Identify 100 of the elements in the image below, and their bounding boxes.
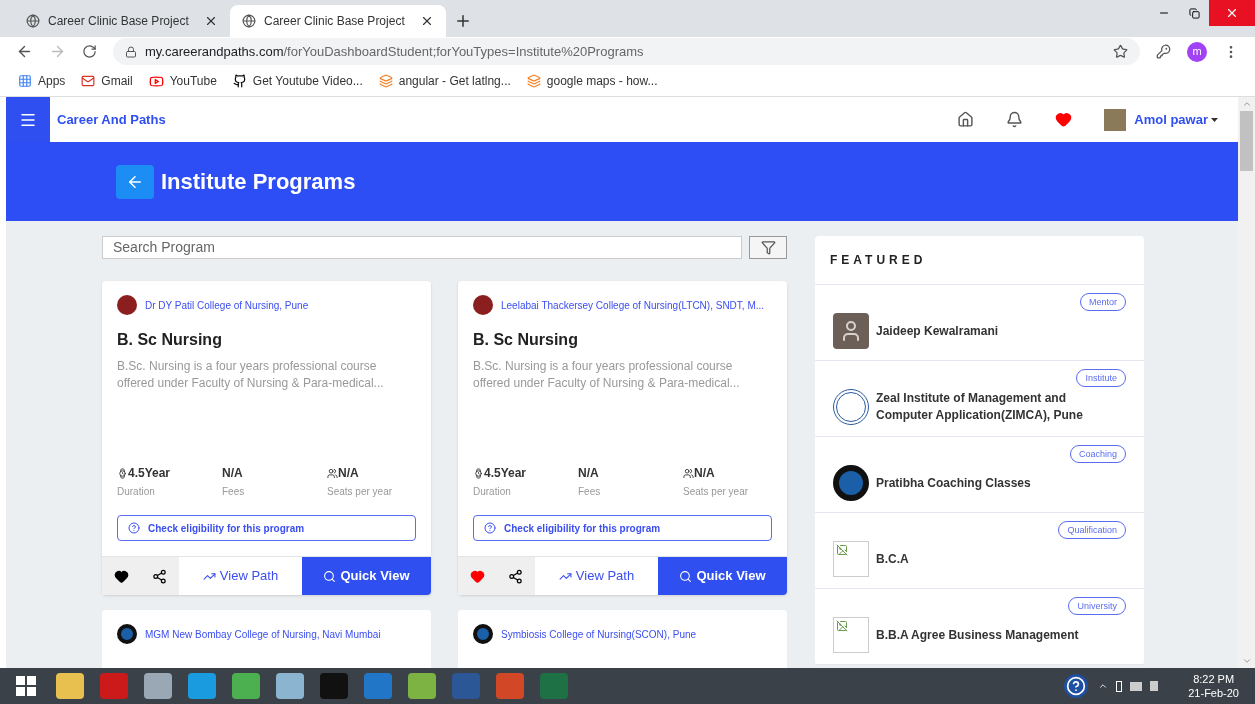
back-icon[interactable] bbox=[16, 43, 33, 60]
fees-label: Fees bbox=[578, 485, 602, 499]
duration-label: Duration bbox=[117, 485, 156, 499]
program-description: B.Sc. Nursing is a four years professional course offered under Faculty of Nursing & Para-medical... bbox=[117, 358, 385, 392]
fees-label: Fees bbox=[222, 485, 246, 499]
bell-icon[interactable] bbox=[1006, 111, 1024, 128]
featured-item[interactable]: Qualification B.C.A bbox=[815, 513, 1144, 589]
bookmark-link[interactable]: YouTube bbox=[148, 72, 217, 90]
bookmark-link[interactable]: Get Youtube Video... bbox=[232, 72, 363, 90]
seats-value: N/A bbox=[327, 464, 416, 482]
share-button[interactable] bbox=[496, 557, 535, 595]
duration-label: Duration bbox=[473, 485, 512, 499]
share-icon bbox=[508, 568, 523, 584]
share-button[interactable] bbox=[140, 557, 179, 595]
cat-logo-icon bbox=[232, 74, 247, 88]
heart-icon bbox=[469, 568, 485, 584]
caret-down-icon[interactable] bbox=[1211, 117, 1218, 122]
windows-logo-icon bbox=[16, 676, 36, 696]
new-tab-icon[interactable] bbox=[454, 12, 472, 30]
watch-icon bbox=[117, 467, 128, 479]
duration-value: 4.5Year bbox=[117, 464, 222, 482]
people-icon bbox=[327, 467, 338, 479]
filter-button[interactable] bbox=[749, 236, 787, 259]
institute-link[interactable]: Dr DY Patil College of Nursing, Pune bbox=[145, 297, 309, 313]
eligibility-button[interactable]: Check eligibility for this program bbox=[473, 515, 772, 541]
home-icon[interactable] bbox=[957, 111, 975, 128]
people-icon bbox=[683, 467, 694, 479]
seats-label: Seats per year bbox=[683, 485, 750, 499]
tab-title: Career Clinic Base Project bbox=[264, 13, 406, 30]
user-menu[interactable]: Amol pawar bbox=[1134, 109, 1208, 130]
featured-item[interactable]: Institute Zeal Institute of Management and Computer Application(ZIMCA), Pune bbox=[815, 361, 1144, 437]
stack-icon bbox=[378, 74, 393, 88]
scroll-thumb[interactable] bbox=[1240, 111, 1253, 171]
filter-icon bbox=[760, 240, 776, 255]
restore-icon bbox=[1188, 7, 1200, 19]
heart-icon bbox=[113, 568, 129, 584]
menu-button[interactable] bbox=[6, 97, 50, 142]
search-icon bbox=[323, 569, 337, 583]
institute-link[interactable]: MGM New Bombay College of Nursing, Navi Mumbai bbox=[145, 627, 381, 642]
institute-link[interactable]: Symbiosis College of Nursing(SCON), Pune bbox=[501, 627, 697, 642]
program-description: B.Sc. Nursing is a four years professional course offered under Faculty of Nursing & Para-medical... bbox=[473, 358, 741, 392]
reload-icon[interactable] bbox=[82, 44, 97, 59]
institute-logo-icon bbox=[473, 295, 493, 315]
clock-time: 8:22 PM bbox=[1193, 672, 1235, 686]
back-button[interactable] bbox=[116, 164, 154, 199]
bookmark-link[interactable]: Apps bbox=[18, 72, 66, 90]
featured-name: Zeal Institute of Management and Computer Application(ZIMCA), Pune bbox=[876, 390, 1084, 424]
close-icon[interactable] bbox=[420, 14, 434, 28]
user-avatar bbox=[1104, 108, 1127, 131]
globe-icon bbox=[26, 14, 40, 28]
bookmark-link[interactable]: Gmail bbox=[81, 72, 133, 90]
institute-logo-icon bbox=[117, 295, 137, 315]
bookmark-link[interactable]: google maps - how... bbox=[526, 72, 658, 90]
question-icon bbox=[484, 522, 496, 534]
mail-icon bbox=[81, 74, 96, 88]
featured-item[interactable]: Mentor Jaideep Kewalramani bbox=[815, 285, 1144, 361]
browser-tab[interactable]: Career Clinic Base Project bbox=[230, 5, 446, 37]
favorite-button[interactable] bbox=[102, 557, 140, 595]
ring-logo-icon bbox=[473, 624, 493, 644]
featured-item[interactable]: Coaching Pratibha Coaching Classes bbox=[815, 437, 1144, 513]
program-title: B. Sc Nursing bbox=[473, 330, 579, 350]
apps-grid-icon bbox=[18, 74, 32, 88]
brand-name[interactable]: Career And Paths bbox=[57, 109, 166, 130]
tab-title: Career Clinic Base Project bbox=[48, 13, 190, 30]
photo-placeholder bbox=[833, 313, 869, 349]
broken-image-icon bbox=[833, 541, 869, 577]
institute-link[interactable]: Leelabai Thackersey College of Nursing(LTCN), SNDT, M... bbox=[501, 297, 765, 313]
featured-heading: FEATURED bbox=[830, 252, 927, 269]
featured-item[interactable]: University B.B.A Agree Business Management bbox=[815, 589, 1144, 665]
star-icon[interactable] bbox=[1113, 44, 1128, 59]
page-title: Institute Programs bbox=[161, 168, 356, 196]
play-icon bbox=[148, 73, 164, 89]
profile-avatar[interactable]: m bbox=[1187, 41, 1207, 62]
quick-view-button[interactable]: Quick View bbox=[658, 557, 787, 595]
broken-image-icon bbox=[833, 617, 869, 653]
featured-name: Pratibha Coaching Classes bbox=[876, 474, 1032, 492]
search-icon bbox=[679, 569, 693, 583]
bookmark-link[interactable]: angular - Get latlng... bbox=[378, 72, 511, 90]
help-icon[interactable] bbox=[1064, 674, 1089, 698]
featured-name: B.C.A bbox=[876, 550, 910, 568]
eligibility-button[interactable]: Check eligibility for this program bbox=[117, 515, 416, 541]
address-bar[interactable]: my.careerandpaths.com/forYouDashboardStudent;forYouTypes=Institute%20Programs bbox=[113, 38, 1140, 65]
close-icon bbox=[1225, 6, 1239, 20]
featured-name: Jaideep Kewalramani bbox=[876, 322, 1000, 340]
duration-value: 4.5Year bbox=[473, 464, 578, 482]
ring-logo-icon bbox=[117, 624, 137, 644]
url-text: my.careerandpaths.com/forYouDashboardStudent;forYouTypes=Institute%20Programs bbox=[145, 42, 645, 61]
watch-icon bbox=[473, 467, 484, 479]
key-icon[interactable] bbox=[1156, 44, 1171, 59]
globe-icon bbox=[242, 14, 256, 28]
share-icon bbox=[152, 568, 167, 584]
stack-icon bbox=[526, 74, 541, 88]
heart-icon[interactable] bbox=[1055, 111, 1073, 128]
seats-value: N/A bbox=[683, 464, 772, 482]
quick-view-button[interactable]: Quick View bbox=[302, 557, 431, 595]
ring-logo-icon bbox=[833, 465, 869, 501]
seats-label: Seats per year bbox=[327, 485, 394, 499]
close-icon[interactable] bbox=[204, 14, 218, 28]
program-title: B. Sc Nursing bbox=[117, 330, 223, 350]
search-field[interactable]: Search Program bbox=[102, 236, 742, 259]
